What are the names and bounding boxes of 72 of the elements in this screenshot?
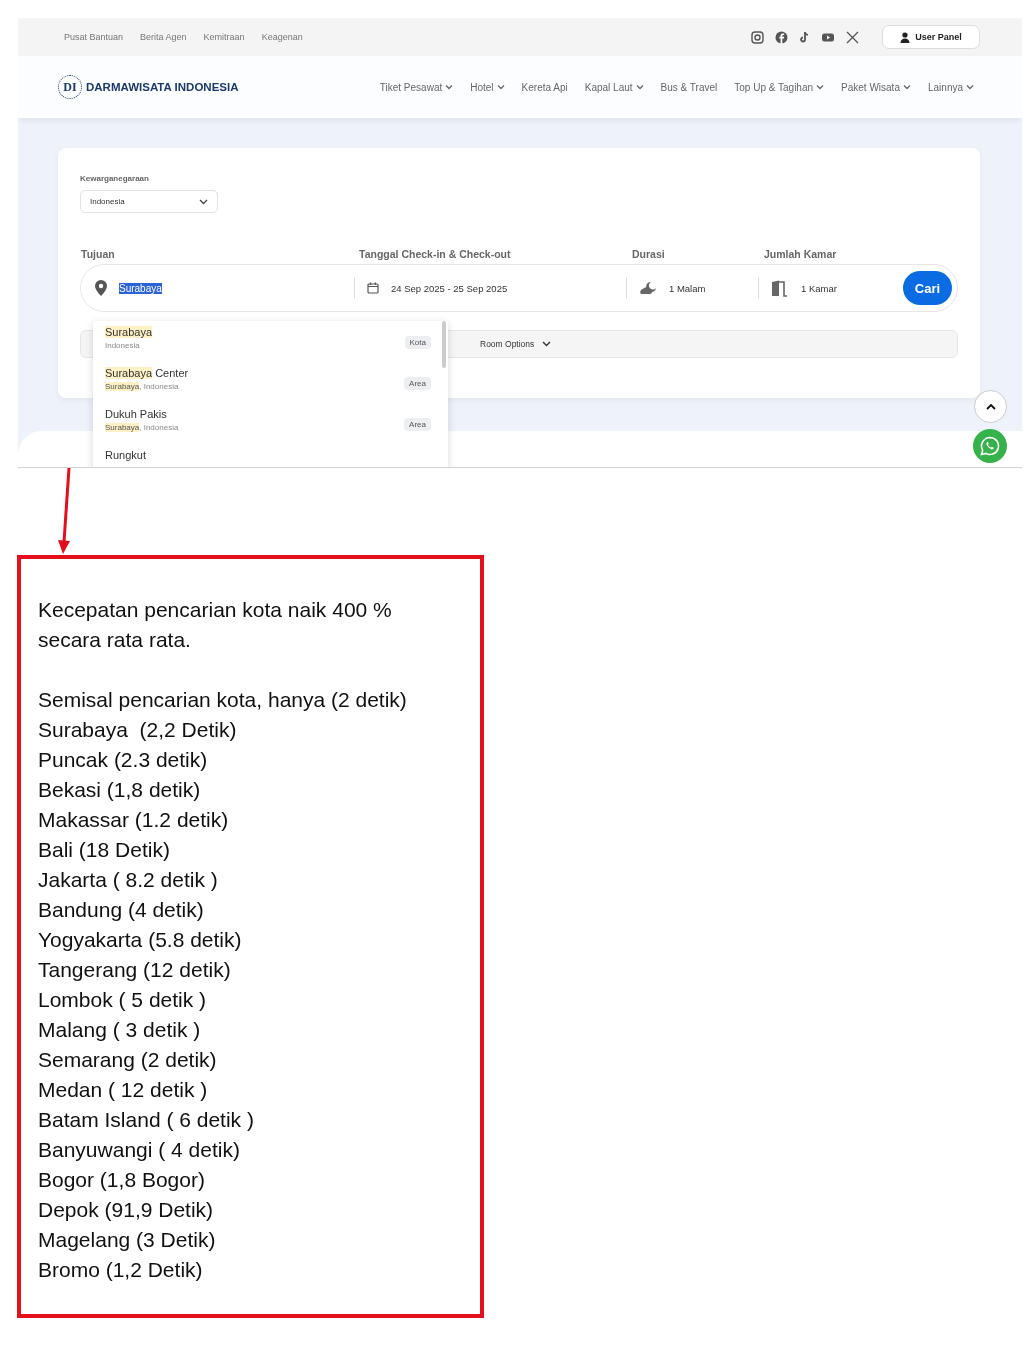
suggestion-location: Surabaya, Indonesia bbox=[105, 382, 180, 391]
top-link[interactable]: Keagenan bbox=[261, 32, 303, 42]
note-line: Banyuwangi ( 4 detik) bbox=[38, 1137, 241, 1163]
note-line: Jakarta ( 8.2 detik ) bbox=[38, 867, 219, 893]
room-options-toggle[interactable]: Room Options bbox=[480, 339, 552, 349]
note-line: Semarang (2 detik) bbox=[38, 1047, 218, 1073]
tiktok-icon[interactable] bbox=[799, 30, 810, 44]
caret-icon[interactable] bbox=[199, 198, 208, 205]
note-line: Malang ( 3 detik ) bbox=[38, 1017, 202, 1043]
note-line: Bromo (1,2 Detik) bbox=[38, 1257, 204, 1283]
user-panel-button[interactable]: User Panel bbox=[882, 25, 980, 49]
note-line: Makassar (1.2 detik) bbox=[38, 807, 230, 833]
field-label: Durasi bbox=[632, 248, 665, 260]
scrollbar-thumb[interactable] bbox=[442, 321, 446, 368]
rooms-field[interactable]: 1 Kamar bbox=[801, 282, 837, 294]
note-line: Bogor (1,8 Bogor) bbox=[38, 1167, 206, 1193]
note-line: Yogyakarta (5.8 detik) bbox=[38, 927, 243, 953]
phone-bubble-icon bbox=[980, 436, 1000, 456]
destination-input[interactable]: Surabaya bbox=[119, 282, 162, 294]
nav-item[interactable]: Kapal Laut bbox=[584, 81, 644, 93]
note-line: Bandung (4 detik) bbox=[38, 897, 205, 923]
note-line: Depok (91,9 Detik) bbox=[38, 1197, 215, 1223]
nationality-select[interactable]: Indonesia bbox=[80, 190, 218, 213]
type-tag: Area bbox=[404, 377, 431, 390]
note-paragraph: Kecepatan pencarian kota naik 400 % secara rata rata. bbox=[38, 597, 393, 653]
field-label: Tujuan bbox=[81, 248, 115, 260]
field-label: Tanggal Check-in & Check-out bbox=[359, 248, 511, 260]
nav-item[interactable]: Kereta Api bbox=[521, 81, 568, 93]
suggestion-name[interactable]: Rungkut bbox=[105, 449, 146, 461]
date-range-field[interactable]: 24 Sep 2025 - 25 Sep 2025 bbox=[391, 282, 508, 294]
note-line: Semisal pencarian kota, hanya (2 detik) bbox=[38, 687, 408, 713]
x-icon[interactable] bbox=[846, 30, 859, 44]
brand-name[interactable]: DARMAWISATA INDONESIA bbox=[86, 81, 239, 93]
suggestion-name[interactable]: Dukuh Pakis bbox=[105, 408, 179, 420]
note-line: Bali (18 Detik) bbox=[38, 837, 171, 863]
door-icon bbox=[771, 279, 789, 297]
type-tag: Kota bbox=[404, 336, 431, 349]
instagram-icon[interactable] bbox=[751, 30, 764, 44]
caret-icon[interactable] bbox=[542, 341, 552, 347]
top-link[interactable]: Pusat Bantuan bbox=[64, 32, 124, 42]
nav-item[interactable]: Tiket Pesawat bbox=[379, 81, 454, 93]
search-button[interactable]: Cari bbox=[903, 271, 952, 305]
calendar-icon bbox=[367, 282, 379, 294]
note-line: Tangerang (12 detik) bbox=[38, 957, 232, 983]
youtube-icon[interactable] bbox=[821, 31, 835, 43]
nav-item[interactable]: Paket Wisata bbox=[841, 81, 911, 93]
note-line: Lombok ( 5 detik ) bbox=[38, 987, 208, 1013]
nav-item[interactable]: Lainnya bbox=[927, 81, 974, 93]
field-label: Jumlah Kamar bbox=[764, 248, 837, 260]
scroll-top-button[interactable] bbox=[974, 390, 1007, 423]
location-pin-icon bbox=[95, 280, 107, 296]
suggestion-name[interactable]: Surabaya bbox=[105, 326, 153, 338]
suggestion-location: Indonesia bbox=[105, 341, 141, 350]
note-line: Surabaya (2,2 Detik) bbox=[38, 717, 238, 743]
nav-item[interactable]: Bus & Travel bbox=[660, 81, 718, 93]
moon-cloud-icon bbox=[639, 281, 657, 295]
duration-field[interactable]: 1 Malam bbox=[669, 282, 706, 294]
facebook-icon[interactable] bbox=[775, 30, 788, 44]
field-label: Kewarganegaraan bbox=[80, 174, 150, 183]
top-link[interactable]: Berita Agen bbox=[140, 32, 187, 42]
note-line: Batam Island ( 6 detik ) bbox=[38, 1107, 255, 1133]
note-line: Puncak (2.3 detik) bbox=[38, 747, 209, 773]
note-line: Medan ( 12 detik ) bbox=[38, 1077, 209, 1103]
top-link[interactable]: Kemitraan bbox=[203, 32, 245, 42]
nav-item[interactable]: Top Up & Tagihan bbox=[734, 81, 825, 93]
note-line: Bekasi (1,8 detik) bbox=[38, 777, 202, 803]
chevron-up-icon bbox=[985, 403, 996, 410]
type-tag: Area bbox=[404, 418, 431, 431]
nav-item[interactable]: Hotel bbox=[470, 81, 505, 93]
suggestion-location: Surabaya, Indonesia bbox=[105, 423, 179, 432]
user-icon bbox=[900, 31, 911, 43]
note-line: Magelang (3 Detik) bbox=[38, 1227, 217, 1253]
